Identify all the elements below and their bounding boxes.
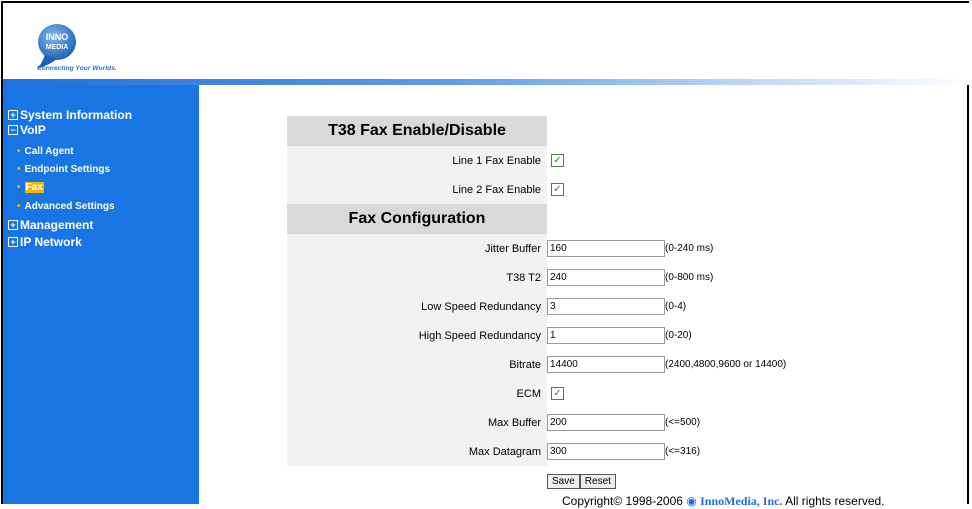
save-button[interactable]: Save: [547, 473, 580, 489]
line1-fax-label: Line 1 Fax Enable: [287, 146, 547, 175]
sidebar: + System Information − VoIP • Call Agent • E…: [3, 85, 199, 504]
max-datagram-input[interactable]: [547, 443, 665, 460]
line1-fax-checkbox[interactable]: ✓: [551, 154, 564, 167]
bullet-icon: •: [17, 182, 21, 193]
sidebar-item-label: VoIP: [20, 123, 46, 137]
copyright-text: Copyright© 1998-2006: [562, 494, 683, 508]
jitter-buffer-range: (0-240 ms): [665, 243, 714, 254]
footer: Copyright© 1998-2006 ◉ InnoMedia, Inc. A…: [562, 494, 885, 509]
section-title-fax-config: Fax Configuration: [287, 204, 547, 234]
tagline: Connecting Your Worlds.: [37, 65, 117, 72]
sidebar-item-call-agent[interactable]: • Call Agent: [17, 146, 74, 157]
t38-t2-range: (0-800 ms): [665, 272, 714, 283]
expand-icon: +: [8, 220, 18, 230]
sidebar-item-endpoint-settings[interactable]: • Endpoint Settings: [17, 164, 110, 175]
max-datagram-range: (<=316): [665, 446, 701, 457]
sidebar-item-advanced-settings[interactable]: • Advanced Settings: [17, 201, 115, 212]
line2-fax-label: Line 2 Fax Enable: [287, 175, 547, 204]
max-datagram-label: Max Datagram: [287, 437, 547, 466]
max-buffer-label: Max Buffer: [287, 408, 547, 437]
low-speed-redundancy-label: Low Speed Redundancy: [287, 292, 547, 321]
t38-t2-input[interactable]: [547, 269, 665, 286]
jitter-buffer-label: Jitter Buffer: [287, 234, 547, 263]
bullet-icon: •: [17, 201, 21, 212]
expand-icon: +: [8, 237, 18, 247]
sidebar-item-label: Management: [20, 218, 94, 232]
line2-fax-checkbox[interactable]: ✓: [551, 183, 564, 196]
reset-button[interactable]: Reset: [579, 473, 616, 489]
ecm-label: ECM: [287, 379, 547, 408]
high-speed-redundancy-input[interactable]: [547, 327, 665, 344]
bitrate-range: (2400,4800,9600 or 14400): [665, 359, 787, 370]
svg-text:MEDIA: MEDIA: [46, 44, 69, 51]
rights-text: All rights reserved.: [785, 494, 885, 508]
bitrate-input[interactable]: [547, 356, 665, 373]
fax-config-table: T38 Fax Enable/Disable Line 1 Fax Enable…: [287, 116, 787, 496]
high-speed-redundancy-label: High Speed Redundancy: [287, 321, 547, 350]
max-buffer-range: (<=500): [665, 417, 701, 428]
collapse-icon: −: [8, 125, 18, 135]
sidebar-item-label: IP Network: [20, 235, 82, 249]
bullet-icon: •: [17, 146, 21, 157]
svg-text:INNO: INNO: [46, 32, 69, 42]
high-speed-redundancy-range: (0-20): [665, 330, 692, 341]
globe-icon: ◉: [686, 494, 697, 508]
jitter-buffer-input[interactable]: [547, 240, 665, 257]
sidebar-item-fax[interactable]: • Fax: [17, 182, 44, 193]
sidebar-item-management[interactable]: + Management: [8, 218, 93, 232]
brand-link[interactable]: InnoMedia, Inc.: [700, 494, 782, 508]
low-speed-redundancy-range: (0-4): [665, 301, 687, 312]
max-buffer-input[interactable]: [547, 414, 665, 431]
sidebar-item-ip-network[interactable]: + IP Network: [8, 235, 82, 249]
bitrate-label: Bitrate: [287, 350, 547, 379]
sidebar-item-voip[interactable]: − VoIP: [8, 123, 46, 137]
sidebar-item-label: System Information: [20, 108, 133, 122]
bullet-icon: •: [17, 164, 21, 175]
ecm-checkbox[interactable]: ✓: [551, 387, 564, 400]
t38-t2-label: T38 T2: [287, 263, 547, 292]
sidebar-item-system-information[interactable]: + System Information: [8, 108, 132, 122]
low-speed-redundancy-input[interactable]: [547, 298, 665, 315]
expand-icon: +: [8, 110, 18, 120]
section-title-t38: T38 Fax Enable/Disable: [287, 116, 547, 146]
header: INNO MEDIA Connecting Your Worlds.: [3, 3, 969, 79]
